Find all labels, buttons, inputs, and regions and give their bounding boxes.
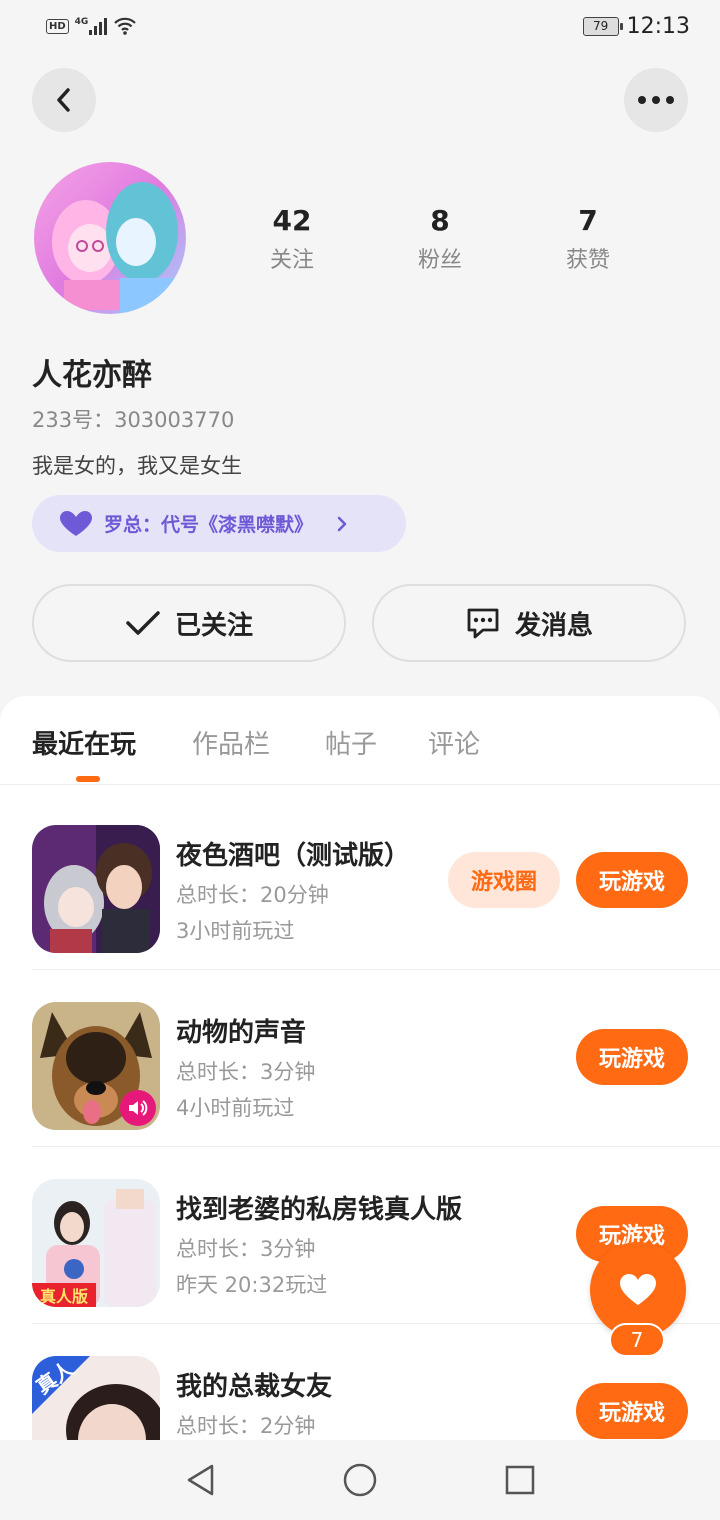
game-duration: 总时长：20分钟 (176, 883, 329, 907)
chevron-right-icon (337, 516, 347, 531)
stat-fans[interactable]: 8 粉丝 (380, 206, 500, 274)
game-title: 动物的声音 (176, 1018, 307, 1048)
game-icon (32, 825, 160, 953)
profile-tag-label: 罗总：代号《漆黑噤默》 (104, 514, 314, 536)
stat-likes-label: 获赞 (565, 248, 610, 273)
tab-indicator (76, 776, 100, 782)
nav-home-icon[interactable] (342, 1462, 378, 1498)
like-count: 7 (609, 1323, 665, 1357)
stat-likes-count: 7 (578, 204, 598, 237)
game-last-played: 3小时前玩过 (176, 919, 295, 943)
nav-recents-icon[interactable] (504, 1464, 536, 1496)
clock: 12:13 (626, 14, 690, 39)
game-last-played: 4小时前玩过 (176, 1096, 295, 1120)
stat-likes[interactable]: 7 获赞 (528, 206, 648, 274)
status-bar: HD 4G 79 12:13 (0, 0, 720, 56)
game-icon (32, 1002, 160, 1130)
game-duration: 总时长：3分钟 (176, 1060, 316, 1084)
list-item[interactable]: 夜色酒吧（测试版） 总时长：20分钟 3小时前玩过 游戏圈 玩游戏 (0, 793, 720, 970)
stat-fans-label: 粉丝 (417, 248, 462, 273)
follow-button-label: 已关注 (174, 610, 253, 641)
system-nav-bar (0, 1440, 720, 1520)
play-game-button[interactable]: 玩游戏 (576, 1383, 688, 1439)
tab-recent[interactable]: 最近在玩 (32, 724, 136, 761)
game-duration: 总时长：3分钟 (176, 1237, 316, 1261)
signal-icon: 4G (75, 17, 108, 35)
avatar[interactable] (34, 162, 186, 314)
wifi-icon (114, 17, 137, 35)
game-circle-button[interactable]: 游戏圈 (448, 852, 560, 908)
game-last-played: 昨天 20:32玩过 (176, 1273, 328, 1297)
more-dots-icon (638, 96, 674, 104)
game-title: 我的总裁女友 (176, 1372, 333, 1402)
stat-following-count: 42 (272, 204, 312, 237)
profile-tag[interactable]: 罗总：代号《漆黑噤默》 (32, 495, 406, 552)
message-button-label: 发消息 (514, 610, 593, 641)
tab-posts[interactable]: 帖子 (325, 724, 377, 761)
game-icon: 真人版 (32, 1179, 160, 1307)
tab-comments[interactable]: 评论 (428, 724, 480, 761)
tab-divider (0, 784, 720, 785)
profile-uid: 233号：303003770 (32, 408, 235, 432)
status-right: 79 12:13 (582, 14, 690, 39)
game-title: 找到老婆的私房钱真人版 (176, 1195, 463, 1225)
sound-icon (120, 1090, 156, 1126)
chat-bubble-icon (467, 608, 499, 639)
check-icon (126, 611, 160, 635)
tab-works[interactable]: 作品栏 (192, 724, 270, 761)
message-button[interactable]: 发消息 (372, 584, 686, 662)
avatar-image (34, 162, 186, 314)
stat-following[interactable]: 42 关注 (232, 206, 352, 274)
stat-fans-count: 8 (430, 204, 450, 237)
play-game-button[interactable]: 玩游戏 (576, 1029, 688, 1085)
battery-icon: 79 (582, 17, 623, 36)
heart-icon (620, 1274, 656, 1305)
list-item[interactable]: 动物的声音 总时长：3分钟 4小时前玩过 玩游戏 (0, 970, 720, 1147)
nav-back-icon[interactable] (184, 1462, 216, 1498)
hd-badge: HD (46, 18, 69, 34)
chevron-left-icon (57, 88, 70, 112)
game-badge: 真人版 (32, 1283, 96, 1307)
more-button[interactable] (624, 68, 688, 132)
game-duration: 总时长：2分钟 (176, 1414, 316, 1438)
heart-icon (60, 510, 92, 536)
follow-button[interactable]: 已关注 (32, 584, 346, 662)
profile-name: 人花亦醉 (32, 358, 152, 393)
profile-bio: 我是女的，我又是女生 (32, 454, 242, 478)
back-button[interactable] (32, 68, 96, 132)
play-game-button[interactable]: 玩游戏 (576, 852, 688, 908)
game-title: 夜色酒吧（测试版） (176, 841, 411, 871)
status-left: HD 4G (46, 16, 137, 36)
stat-following-label: 关注 (269, 248, 314, 273)
